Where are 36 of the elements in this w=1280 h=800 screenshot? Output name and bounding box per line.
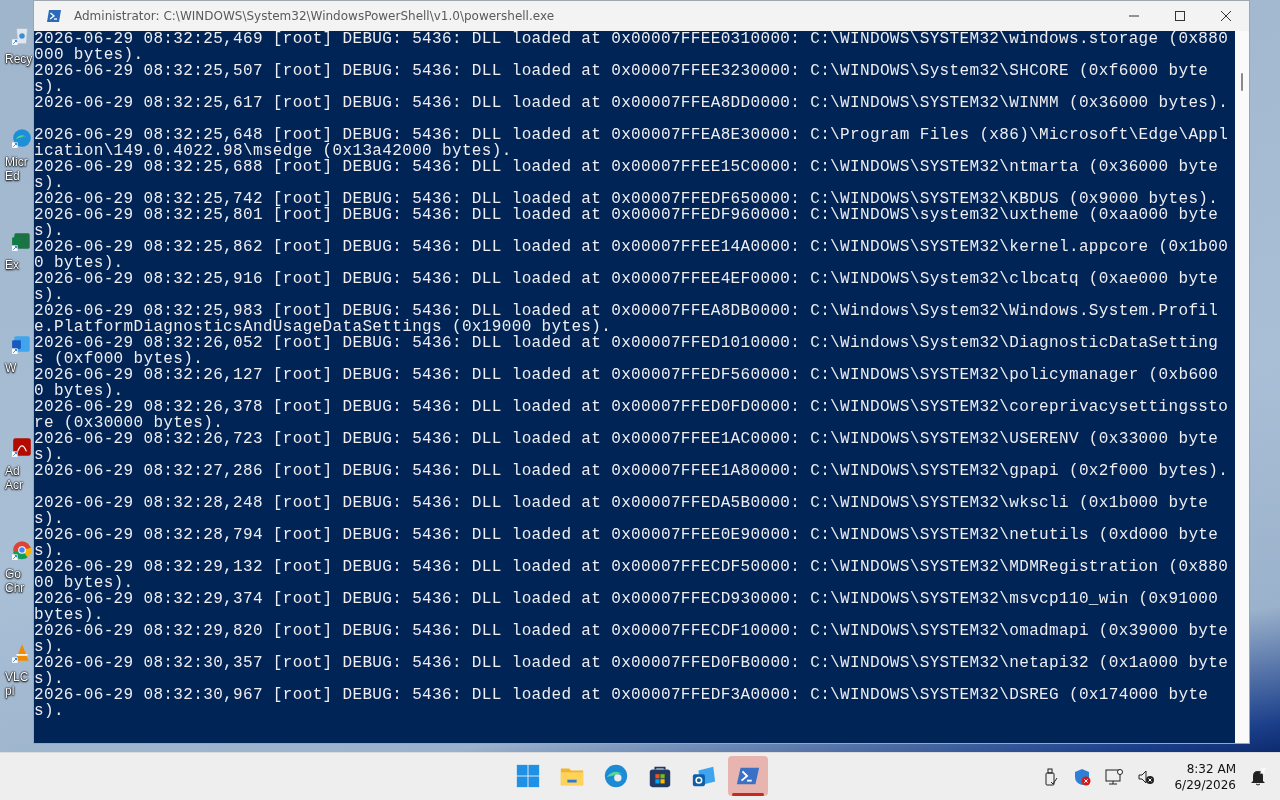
log-line: 2026-06-29 08:32:29,132 [root] DEBUG: 5436: DLL loaded at 0x00007FFECDF50000: C:\WINDOWS\SYSTEM32\MDMRegistration (0x88000 bytes).: [34, 559, 1230, 591]
log-line: 2026-06-29 08:32:29,374 [root] DEBUG: 5436: DLL loaded at 0x00007FFECD930000: C:\WINDOWS\SYSTEM32\msvcp110_win (0x91000 bytes).: [34, 591, 1219, 623]
log-line: 2026-06-29 08:32:26,052 [root] DEBUG: 5436: DLL loaded at 0x00007FFED1010000: C:\Windows\System32\DiagnosticDataSettings (0xf000 bytes).: [34, 335, 1220, 367]
log-line: 2026-06-29 08:32:25,469 [root] DEBUG: 5436: DLL loaded at 0x00007FFEE0310000: C:\WINDOWS\SYSTEM32\windows.storage (0x880000 bytes).: [34, 31, 1230, 63]
desktop-icon-label: Ed: [5, 169, 20, 183]
log-line: 2026-06-29 08:32:29,820 [root] DEBUG: 5436: DLL loaded at 0x00007FFECDF10000: C:\WINDOWS\SYSTEM32\omadmapi (0x39000 bytes).: [34, 623, 1230, 655]
clock-time[interactable]: 8:32 AM: [1186, 760, 1236, 777]
desktop-icon-label: Micr: [5, 155, 28, 169]
desktop-icon-label: Recy: [5, 52, 33, 66]
log-line: 2026-06-29 08:32:28,248 [root] DEBUG: 5436: DLL loaded at 0x00007FFEDA5B0000: C:\WINDOWS\SYSTEM32\wkscli (0x1b000 bytes).: [34, 495, 1209, 527]
log-line: 2026-06-29 08:32:25,507 [root] DEBUG: 5436: DLL loaded at 0x00007FFEE3230000: C:\WINDOWS\System32\SHCORE (0xf6000 bytes).: [34, 63, 1209, 95]
log-line: 2026-06-29 08:32:25,916 [root] DEBUG: 5436: DLL loaded at 0x00007FFEE4EF0000: C:\WINDOWS\System32\clbcatq (0xae000 bytes).: [34, 271, 1220, 303]
desktop-icon-label: Go: [5, 567, 21, 581]
desktop-icon-label: Acr: [5, 478, 23, 492]
window-title: Administrator: C:\WINDOWS\System32\WindowsPowerShell\v1.0\powershell.exe: [74, 9, 555, 23]
log-line: 2026-06-29 08:32:28,794 [root] DEBUG: 5436: DLL loaded at 0x00007FFEE0E90000: C:\WINDOWS\SYSTEM32\netutils (0xd000 bytes).: [34, 527, 1219, 559]
log-line: 2026-06-29 08:32:25,742 [root] DEBUG: 5436: DLL loaded at 0x00007FFEDF650000: C:\WINDOWS\SYSTEM32\KBDUS (0x9000 bytes).: [34, 191, 1220, 207]
log-line: 2026-06-29 08:32:25,983 [root] DEBUG: 5436: DLL loaded at 0x00007FFEA8DB0000: C:\Windows\System32\Windows.System.Profile.PlatformDiagnosticsAndUsageDataSettings (0x19000 bytes).: [34, 303, 1220, 335]
log-line: 2026-06-29 08:32:26,378 [root] DEBUG: 5436: DLL loaded at 0x00007FFED0FD0000: C:\WINDOWS\SYSTEM32\coreprivacysettingsstore (0x30000 bytes).: [34, 399, 1230, 431]
desktop-icon-label: Chr: [5, 581, 25, 595]
log-line: 2026-06-29 08:32:25,648 [root] DEBUG: 5436: DLL loaded at 0x00007FFEA8E30000: C:\Program Files (x86)\Microsoft\Edge\Application\149.0.4022.98\msedge (0x13a42000 bytes).: [34, 127, 1230, 159]
log-line: 2026-06-29 08:32:25,801 [root] DEBUG: 5436: DLL loaded at 0x00007FFEDF960000: C:\WINDOWS\system32\uxtheme (0xaa000 bytes).: [34, 207, 1219, 239]
log-line: 2026-06-29 08:32:30,357 [root] DEBUG: 5436: DLL loaded at 0x00007FFED0FB0000: C:\WINDOWS\SYSTEM32\netapi32 (0x1a000 bytes).: [34, 655, 1230, 687]
desktop-icon-label: Ex: [5, 258, 19, 272]
clock-date[interactable]: 6/29/2026: [1174, 776, 1236, 793]
log-line: 2026-06-29 08:32:26,723 [root] DEBUG: 5436: DLL loaded at 0x00007FFEE1AC0000: C:\WINDOWS\SYSTEM32\USERENV (0x33000 bytes).: [34, 431, 1219, 463]
log-line: 2026-06-29 08:32:25,862 [root] DEBUG: 5436: DLL loaded at 0x00007FFEE14A0000: C:\WINDOWS\SYSTEM32\kernel.appcore (0x1b000 bytes).: [34, 239, 1230, 271]
log-line: 2026-06-29 08:32:30,967 [root] DEBUG: 5436: DLL loaded at 0x00007FFEDF3A0000: C:\WINDOWS\SYSTEM32\DSREG (0x174000 bytes).: [34, 687, 1210, 719]
log-line: 2026-06-29 08:32:25,617 [root] DEBUG: 5436: DLL loaded at 0x00007FFEA8DD0000: C:\WINDOWS\SYSTEM32\WINMM (0x36000 bytes).: [34, 95, 1230, 114]
desktop-icon-label: W: [5, 361, 17, 375]
log-line: 2026-06-29 08:32:26,127 [root] DEBUG: 5436: DLL loaded at 0x00007FFEDF560000: C:\WINDOWS\SYSTEM32\policymanager (0xb6000 bytes).: [34, 367, 1219, 399]
desktop-icon-label: Ad: [5, 464, 20, 478]
log-line: 2026-06-29 08:32:25,688 [root] DEBUG: 5436: DLL loaded at 0x00007FFEE15C0000: C:\WINDOWS\SYSTEM32\ntmarta (0x36000 bytes).: [34, 159, 1220, 191]
desktop-icon-label: pl: [5, 684, 15, 698]
log-line: 2026-06-29 08:32:27,286 [root] DEBUG: 5436: DLL loaded at 0x00007FFEE1A80000: C:\WINDOWS\SYSTEM32\gpapi (0x2f000 bytes).: [34, 463, 1230, 482]
desktop-icon-label: VLC: [5, 670, 29, 684]
